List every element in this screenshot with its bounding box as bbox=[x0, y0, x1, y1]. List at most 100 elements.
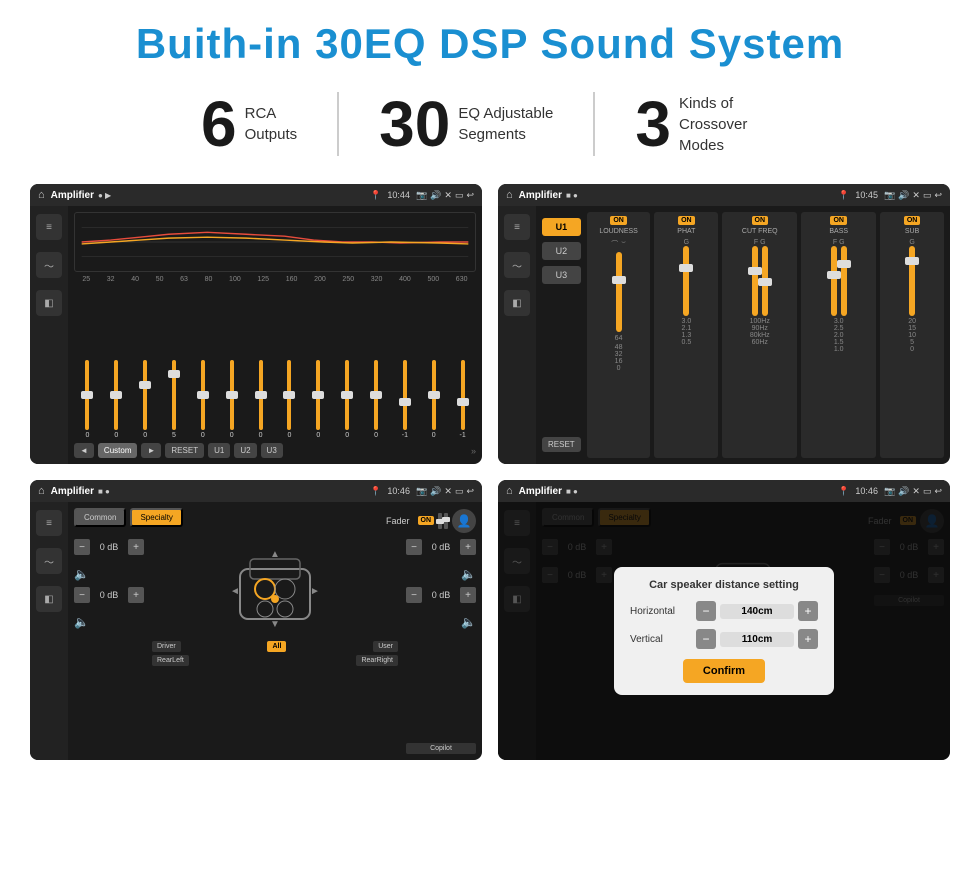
camera-icon: 📷 bbox=[416, 190, 427, 201]
eq-play-btn[interactable]: ► bbox=[141, 443, 161, 458]
home-icon[interactable]: ⌂ bbox=[38, 189, 45, 201]
profile-icon[interactable]: 👤 bbox=[452, 509, 476, 533]
confirm-button[interactable]: Confirm bbox=[683, 659, 765, 683]
close-icon-3[interactable]: ✕ bbox=[444, 486, 452, 497]
window-icon-3: ▭ bbox=[455, 486, 464, 497]
eq-side-btn-2[interactable]: 〜 bbox=[36, 252, 62, 278]
rearleft-btn[interactable]: RearLeft bbox=[152, 655, 189, 666]
fader-controls-right: Fader ON 👤 bbox=[386, 509, 476, 533]
back-icon-4[interactable]: ↩ bbox=[934, 486, 942, 497]
eq-frequencies: 25 32 40 50 63 80 100 125 160 200 250 32… bbox=[74, 276, 476, 283]
fader-minus-3[interactable]: − bbox=[406, 539, 422, 555]
driver-btn[interactable]: Driver bbox=[152, 641, 181, 652]
eq-prev-btn[interactable]: ◄ bbox=[74, 443, 94, 458]
home-icon-4[interactable]: ⌂ bbox=[506, 485, 513, 497]
speaker-icon-left: 🔈 bbox=[74, 567, 89, 581]
bass-on-badge[interactable]: ON bbox=[830, 216, 847, 225]
vertical-minus-btn[interactable]: − bbox=[696, 629, 716, 649]
fader-plus-1[interactable]: + bbox=[128, 539, 144, 555]
rearright-btn[interactable]: RearRight bbox=[356, 655, 398, 666]
horizontal-plus-btn[interactable]: + bbox=[798, 601, 818, 621]
fader-on-badge[interactable]: ON bbox=[418, 516, 435, 525]
horizontal-minus-btn[interactable]: − bbox=[696, 601, 716, 621]
crossover-side-btn-2[interactable]: 〜 bbox=[504, 252, 530, 278]
eq-slider-12[interactable]: -1 bbox=[391, 360, 418, 439]
fader-main-area: Common Specialty Fader ON bbox=[68, 502, 482, 760]
cutfreq-slider-f[interactable] bbox=[752, 246, 758, 316]
eq-slider-2[interactable]: 0 bbox=[103, 360, 130, 439]
eq-side-btn-3[interactable]: ◧ bbox=[36, 290, 62, 316]
bass-slider-f[interactable] bbox=[831, 246, 837, 316]
fader-side-panel: ≡ 〜 ◧ bbox=[30, 502, 68, 760]
back-icon[interactable]: ↩ bbox=[466, 190, 474, 201]
eq-custom-btn[interactable]: Custom bbox=[98, 443, 138, 458]
eq-reset-btn[interactable]: RESET bbox=[165, 443, 204, 458]
eq-slider-1[interactable]: 0 bbox=[74, 360, 101, 439]
fader-side-btn-1[interactable]: ≡ bbox=[36, 510, 62, 536]
fader-plus-4[interactable]: + bbox=[460, 587, 476, 603]
close-icon[interactable]: ✕ bbox=[444, 190, 452, 201]
crossover-reset-btn[interactable]: RESET bbox=[542, 437, 581, 452]
cutfreq-on-badge[interactable]: ON bbox=[752, 216, 769, 225]
vertical-plus-btn[interactable]: + bbox=[798, 629, 818, 649]
phat-slider[interactable] bbox=[683, 246, 689, 316]
eq-u2-btn[interactable]: U2 bbox=[234, 443, 256, 458]
phat-on-badge[interactable]: ON bbox=[678, 216, 695, 225]
crossover-side-btn-3[interactable]: ◧ bbox=[504, 290, 530, 316]
fader-plus-3[interactable]: + bbox=[460, 539, 476, 555]
sub-slider[interactable] bbox=[909, 246, 915, 316]
home-icon-2[interactable]: ⌂ bbox=[506, 189, 513, 201]
eq-slider-5[interactable]: 0 bbox=[189, 360, 216, 439]
eq-u1-btn[interactable]: U1 bbox=[208, 443, 230, 458]
eq-slider-6[interactable]: 0 bbox=[218, 360, 245, 439]
bass-slider-g[interactable] bbox=[841, 246, 847, 316]
eq-slider-14[interactable]: -1 bbox=[449, 360, 476, 439]
fader-side-btn-3[interactable]: ◧ bbox=[36, 586, 62, 612]
close-icon-4[interactable]: ✕ bbox=[912, 486, 920, 497]
dialog-status-dots: ■ ● bbox=[566, 487, 578, 496]
eq-slider-11[interactable]: 0 bbox=[363, 360, 390, 439]
eq-slider-4[interactable]: 5 bbox=[161, 360, 188, 439]
crossover-side-btn-1[interactable]: ≡ bbox=[504, 214, 530, 240]
back-icon-3[interactable]: ↩ bbox=[466, 486, 474, 497]
fader-common-tab[interactable]: Common bbox=[74, 508, 126, 527]
user-btn[interactable]: User bbox=[373, 641, 398, 652]
dialog-status-bar: ⌂ Amplifier ■ ● 📍 10:46 📷 🔊 ✕ ▭ ↩ bbox=[498, 480, 950, 502]
eq-slider-7[interactable]: 0 bbox=[247, 360, 274, 439]
fader-minus-4[interactable]: − bbox=[406, 587, 422, 603]
loudness-on-badge[interactable]: ON bbox=[610, 216, 627, 225]
eq-u3-btn[interactable]: U3 bbox=[261, 443, 283, 458]
close-icon-2[interactable]: ✕ bbox=[912, 190, 920, 201]
fader-plus-2[interactable]: + bbox=[128, 587, 144, 603]
fader-mini-2[interactable] bbox=[444, 513, 448, 529]
fader-minus-2[interactable]: − bbox=[74, 587, 90, 603]
eq-more[interactable]: » bbox=[471, 446, 476, 456]
cutfreq-slider-g[interactable] bbox=[762, 246, 768, 316]
all-btn[interactable]: All bbox=[267, 641, 286, 652]
fader-side-btn-2[interactable]: 〜 bbox=[36, 548, 62, 574]
stats-row: 6 RCA Outputs 30 EQ Adjustable Segments … bbox=[30, 92, 950, 156]
home-icon-3[interactable]: ⌂ bbox=[38, 485, 45, 497]
copilot-btn[interactable]: Copilot bbox=[406, 743, 476, 754]
u2-preset-btn[interactable]: U2 bbox=[542, 242, 581, 260]
eq-slider-9[interactable]: 0 bbox=[305, 360, 332, 439]
fader-db-control-3: − 0 dB + bbox=[406, 539, 476, 555]
eq-side-btn-1[interactable]: ≡ bbox=[36, 214, 62, 240]
loudness-curve1[interactable]: ⌒ bbox=[611, 239, 618, 249]
u1-preset-btn[interactable]: U1 bbox=[542, 218, 581, 236]
sub-on-badge[interactable]: ON bbox=[904, 216, 921, 225]
screens-grid: ⌂ Amplifier ● ▶ 📍 10:44 📷 🔊 ✕ ▭ ↩ ≡ 〜 ◧ bbox=[30, 184, 950, 760]
eq-slider-3[interactable]: 0 bbox=[132, 360, 159, 439]
back-icon-2[interactable]: ↩ bbox=[934, 190, 942, 201]
fader-rear-labels: RearLeft RearRight bbox=[152, 655, 398, 666]
u3-preset-btn[interactable]: U3 bbox=[542, 266, 581, 284]
fader-minus-1[interactable]: − bbox=[74, 539, 90, 555]
loudness-curve2[interactable]: ⌣ bbox=[621, 239, 626, 249]
eq-slider-13[interactable]: 0 bbox=[420, 360, 447, 439]
eq-slider-10[interactable]: 0 bbox=[334, 360, 361, 439]
eq-slider-8[interactable]: 0 bbox=[276, 360, 303, 439]
loudness-slider[interactable] bbox=[616, 252, 622, 332]
loudness-header: ON bbox=[610, 216, 627, 225]
sub-header: ON bbox=[904, 216, 921, 225]
fader-specialty-tab[interactable]: Specialty bbox=[130, 508, 182, 527]
